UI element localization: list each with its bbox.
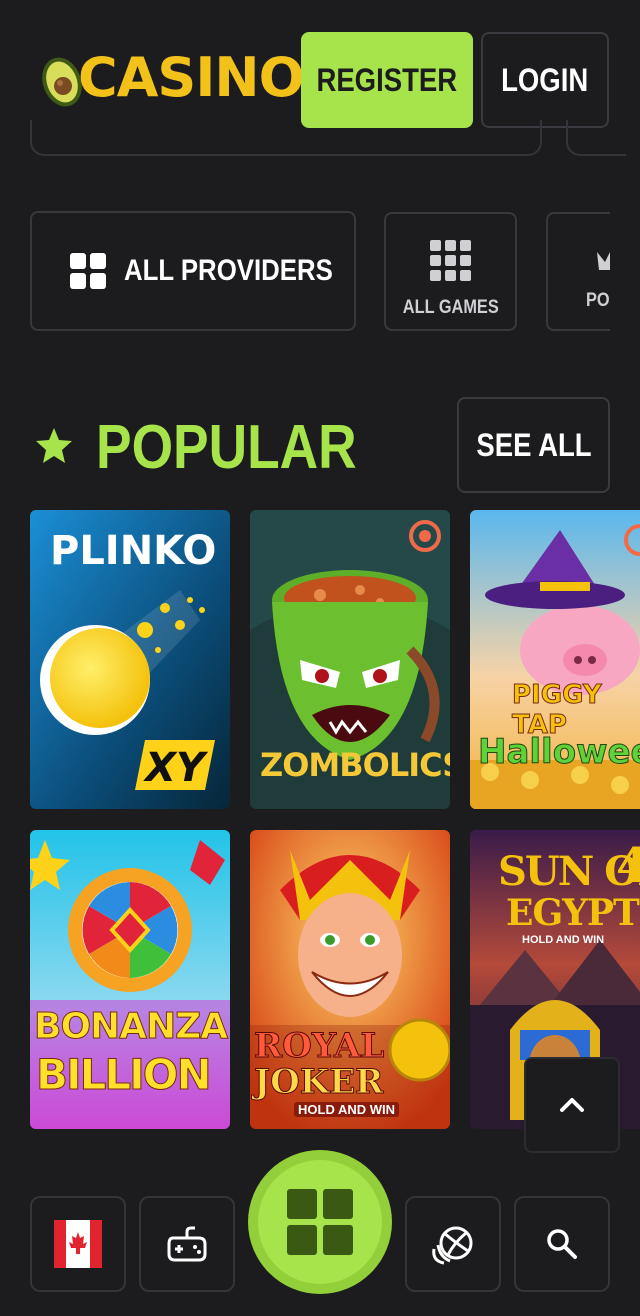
- login-button[interactable]: LOGIN: [481, 32, 609, 128]
- game-subtitle: JOKER: [253, 1062, 384, 1103]
- game-tile-piggy-tap[interactable]: PIGGY TAP Halloween: [470, 510, 640, 809]
- star-icon: [36, 428, 72, 463]
- see-all-button[interactable]: SEE ALL: [457, 397, 610, 493]
- game-title: ZOMBOLICS: [260, 746, 450, 784]
- crown-icon: [596, 251, 610, 270]
- sports-ball-icon: [432, 1226, 473, 1265]
- search-bar-partial[interactable]: [30, 120, 542, 156]
- language-button[interactable]: [30, 1196, 126, 1292]
- casino-logo[interactable]: CASINO: [38, 44, 305, 110]
- category-label: ALL GAMES: [402, 297, 499, 318]
- filter-partial[interactable]: [566, 120, 626, 156]
- svg-text:XY: XY: [142, 745, 209, 791]
- game-title: BONANZA: [33, 1006, 228, 1048]
- category-all-games[interactable]: ALL GAMES: [384, 212, 517, 331]
- all-providers-button[interactable]: ALL PROVIDERS: [30, 211, 356, 331]
- canada-flag-icon: [54, 1220, 102, 1268]
- game-subtitle: Halloween: [478, 732, 640, 773]
- logo-text: CASINO: [78, 46, 305, 109]
- game-tagline: HOLD AND WIN: [294, 1102, 400, 1117]
- home-grid-icon: [287, 1189, 353, 1255]
- avocado-icon: [42, 57, 82, 107]
- search-icon: [547, 1229, 577, 1259]
- game-title: ROYAL: [253, 1026, 385, 1067]
- game-tile-zombolics[interactable]: ZOMBOLICS: [250, 510, 450, 809]
- game-title: PIGGY TAP: [512, 680, 603, 741]
- game-title: PLINKO: [50, 528, 217, 574]
- game-tagline: HOLD AND WIN: [522, 934, 605, 946]
- register-button[interactable]: REGISTER: [301, 32, 473, 128]
- game-tile-plinko[interactable]: XY PLINKO: [30, 510, 230, 809]
- section-title-popular: POPULAR: [96, 413, 357, 482]
- game-tile-royal-joker[interactable]: ROYAL JOKER HOLD AND WIN: [250, 830, 450, 1129]
- home-nav-button[interactable]: [248, 1150, 392, 1294]
- game-tile-bonanza-billion[interactable]: BONANZA BILLION: [30, 830, 230, 1129]
- game-number: 4: [616, 838, 640, 894]
- all-providers-label: ALL PROVIDERS: [124, 254, 333, 287]
- search-nav-button[interactable]: [514, 1196, 610, 1292]
- category-popular-clip: POPU: [546, 212, 610, 331]
- sports-nav-button[interactable]: [405, 1196, 501, 1292]
- game-subtitle: EGYPT: [506, 892, 640, 934]
- gamepad-icon: [167, 1226, 207, 1262]
- grid-nine-icon: [430, 240, 471, 281]
- scroll-to-top-button[interactable]: [524, 1057, 620, 1153]
- games-nav-button[interactable]: [139, 1196, 235, 1292]
- game-subtitle: BILLION: [36, 1050, 213, 1100]
- chevron-up-icon: [560, 1098, 584, 1112]
- grid-four-icon: [70, 253, 106, 289]
- category-label: POPU: [585, 290, 610, 311]
- header: CASINO REGISTER LOGIN: [0, 0, 640, 130]
- category-popular[interactable]: POPU: [546, 212, 610, 331]
